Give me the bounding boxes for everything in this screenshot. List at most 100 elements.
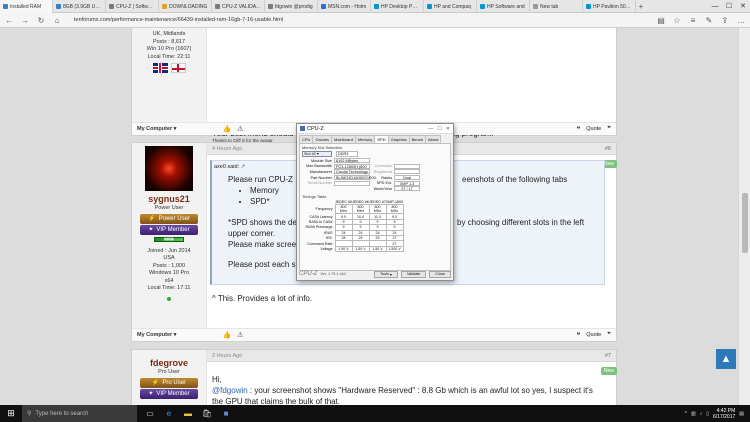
scrollbar-thumb[interactable] (742, 193, 748, 253)
browser-tab[interactable]: 8GB (3.9GB Usabl (53, 0, 106, 13)
share-icon[interactable]: ⇪ (720, 15, 730, 25)
timings-table: JEDEC #5 JEDEC #6 JEDEC #7 XMP-1600 Frequen… (302, 200, 404, 253)
quote-author: axe0 said: ↗ (214, 164, 246, 170)
cpuz-minimize-icon[interactable]: — (428, 126, 433, 132)
battery-icon[interactable]: ▯ (706, 411, 709, 417)
scroll-to-top-button[interactable]: ▲ (716, 349, 736, 369)
thumbs-up-icon[interactable]: 👍 (222, 331, 231, 339)
tab-favicon-icon (56, 4, 61, 9)
favorite-star-icon[interactable]: ☆ (672, 15, 682, 25)
notification-icon[interactable]: ▤ (739, 411, 744, 417)
post-user-panel: UK, Midlands Posts : 8,617 Win 10 Pro (1… (132, 28, 207, 135)
cpuz-tab-bench[interactable]: Bench (408, 135, 426, 143)
uk-flag-icon (152, 63, 168, 73)
chevron-up-icon[interactable]: ^ (685, 411, 687, 417)
more-icon[interactable]: … (736, 15, 746, 25)
warning-icon[interactable]: ⚠ (237, 125, 243, 133)
browser-tab[interactable]: fdgowin @prodig (265, 0, 318, 13)
browser-tab[interactable]: Installed RAM (0, 0, 53, 13)
browser-tab[interactable]: HP Pavilion 500-2 (583, 0, 636, 13)
warning-icon[interactable]: ⚠ (237, 331, 243, 339)
browser-tab[interactable]: HP and Compaq (424, 0, 477, 13)
post-number[interactable]: #6 (605, 146, 611, 152)
cpuz-tab-caches[interactable]: Caches (312, 135, 333, 143)
validate-button[interactable]: Validate (400, 270, 427, 278)
cpuz-tab-graphics[interactable]: Graphics (387, 135, 410, 143)
new-badge: New (601, 367, 618, 375)
back-icon[interactable]: ← (4, 15, 14, 25)
task-view-icon[interactable]: ▭ (143, 407, 157, 421)
user-country: USA (163, 255, 175, 261)
browser-tab[interactable]: MSN.com - Hotm (318, 0, 371, 13)
post-number[interactable]: #7 (605, 353, 611, 359)
close-button[interactable]: Close (429, 270, 451, 278)
ranks-label: Ranks (381, 175, 392, 180)
view-post-icon[interactable]: ↗ (241, 164, 246, 170)
hub-icon[interactable]: ≡ (688, 15, 698, 25)
post-greeting: Hi, (212, 375, 222, 384)
quote-button[interactable]: Quote (586, 332, 601, 338)
file-explorer-icon[interactable]: ▬ (181, 407, 195, 421)
cpuz-taskbar-icon[interactable]: ■ (219, 407, 233, 421)
tools-button[interactable]: Tools ▾ (373, 270, 398, 278)
home-icon[interactable]: ⌂ (52, 15, 62, 25)
quote-line-1: Please run CPU-Z (228, 175, 293, 184)
reading-view-icon[interactable]: ▤ (656, 15, 666, 25)
ranks-value: Dual (394, 175, 420, 181)
new-tab-button[interactable]: + (636, 0, 646, 12)
network-icon[interactable]: ▥ (691, 411, 696, 417)
forward-icon[interactable]: → (20, 15, 30, 25)
cpuz-tab-memory[interactable]: Memory (354, 135, 376, 143)
quote-icon[interactable]: ❝ (576, 331, 580, 339)
avatar[interactable] (145, 146, 193, 191)
close-icon[interactable]: ✕ (736, 0, 750, 12)
cpuz-tab-about[interactable]: About (424, 135, 442, 143)
part-number-value: BLS8G3D1609DS1S00. (334, 175, 377, 181)
quote-icon[interactable]: ❝ (576, 125, 580, 133)
browser-tab[interactable]: CPU-Z | Software (106, 0, 159, 13)
username[interactable]: fdegrove (132, 358, 206, 369)
cpuz-maximize-icon[interactable]: ☐ (437, 126, 441, 132)
browser-tab[interactable]: New tab (530, 0, 583, 13)
thumbs-up-icon[interactable]: 👍 (222, 125, 231, 133)
serial-number-value (334, 180, 370, 186)
volume-icon[interactable]: ♪ (700, 411, 703, 417)
clock-date: 6/17/2017 (713, 413, 736, 420)
edge-icon[interactable]: e (162, 407, 176, 421)
address-input[interactable]: tenforums.com/performance-maintenance/66… (74, 17, 283, 23)
taskbar-search[interactable]: ⚲ Type here to search (22, 405, 137, 422)
cpuz-tab-spd[interactable]: SPD (374, 135, 389, 143)
cpuz-tab-cpu[interactable]: CPU (299, 135, 314, 143)
refresh-icon[interactable]: ↻ (36, 15, 46, 25)
power-user-icon: ⚡ (148, 216, 156, 222)
quote-line-2: *SPD shows the de (228, 218, 297, 227)
store-icon[interactable]: 🛍 (200, 407, 214, 421)
multi-quote-icon[interactable]: ❞ (607, 125, 611, 133)
arrow-up-icon: ▲ (720, 353, 732, 365)
cpuz-titlebar[interactable]: CPU-Z — ☐ ✕ (297, 124, 453, 134)
browser-tab[interactable]: HP Software and (477, 0, 530, 13)
browser-tab[interactable]: CPU-Z VALIDATO (212, 0, 265, 13)
notes-icon[interactable]: ✎ (704, 15, 714, 25)
timings-table-label: Timings Table (302, 193, 327, 199)
online-status-icon (167, 296, 171, 301)
reply-text: ^ This. Provides a lot of info. (212, 294, 313, 303)
start-button[interactable]: ⊞ (0, 405, 22, 422)
username[interactable]: sygnus21 (132, 194, 206, 205)
cpuz-bottom-bar: CPU-Z Ver. 1.79.1.x64 Tools ▾ Validate C… (299, 270, 451, 278)
my-computer-link[interactable]: My Computer ▾ (137, 332, 176, 338)
mention-link[interactable]: @fdgowin (212, 386, 248, 395)
clock[interactable]: 4:42 PM 6/17/2017 (713, 408, 735, 420)
browser-tab[interactable]: HP Desktop PCs - (371, 0, 424, 13)
quote-button[interactable]: Quote (586, 126, 601, 132)
cpuz-tab-mainboard[interactable]: Mainboard (331, 135, 356, 143)
minimize-icon[interactable]: — (708, 0, 722, 12)
browser-tab[interactable]: DOWNLOADING (159, 0, 212, 13)
multi-quote-icon[interactable]: ❞ (607, 331, 611, 339)
cpuz-close-icon[interactable]: ✕ (446, 126, 450, 132)
tab-favicon-icon (321, 4, 326, 9)
my-computer-link[interactable]: My Computer ▾ (137, 126, 176, 132)
maximize-icon[interactable]: ☐ (722, 0, 736, 12)
page-scrollbar[interactable] (738, 28, 750, 405)
slot-dropdown[interactable]: Slot #2 ▾ (302, 151, 332, 157)
